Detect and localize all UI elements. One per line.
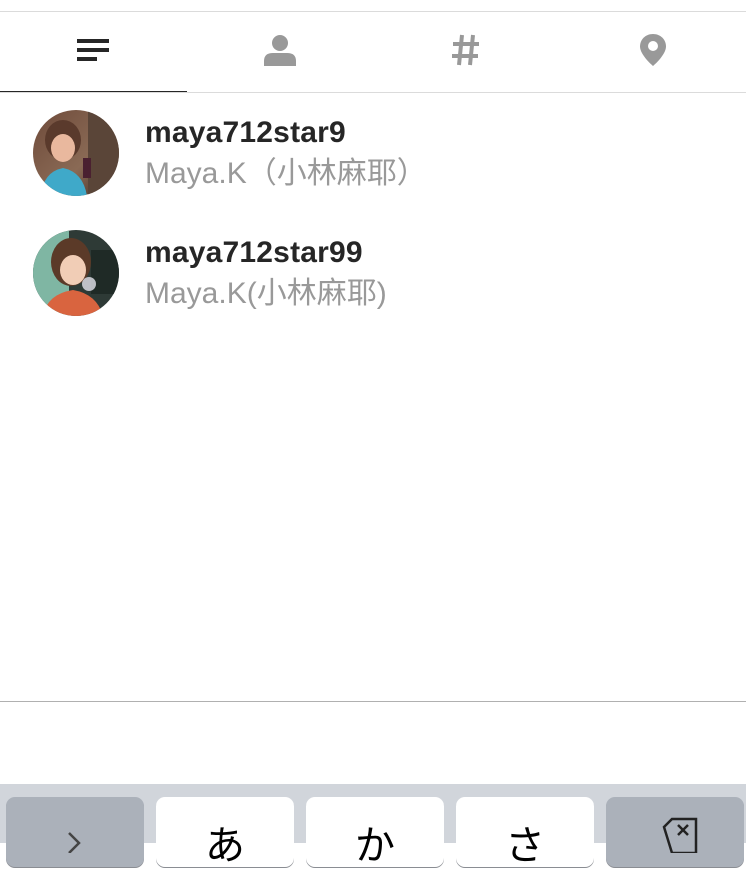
kana-key-sa[interactable]: さ: [456, 797, 594, 867]
result-text: maya712star99 Maya.K(小林麻耶): [145, 234, 387, 314]
search-result-row[interactable]: maya712star9 Maya.K（小林麻耶）: [0, 93, 746, 213]
location-pin-icon: [639, 33, 667, 72]
search-result-row[interactable]: maya712star99 Maya.K(小林麻耶): [0, 213, 746, 333]
avatar: [33, 230, 119, 316]
hashtag-icon: [452, 34, 480, 71]
tab-top[interactable]: [0, 12, 187, 92]
kana-key-ka[interactable]: か: [306, 797, 444, 867]
input-area-border: [0, 701, 746, 702]
tab-tags[interactable]: [373, 12, 560, 92]
search-tab-bar: [0, 12, 746, 92]
result-text: maya712star9 Maya.K（小林麻耶）: [145, 114, 427, 194]
result-username: maya712star99: [145, 234, 387, 272]
result-full-name: Maya.K（小林麻耶）: [145, 154, 427, 194]
kana-key-a[interactable]: あ: [156, 797, 294, 867]
japanese-keyboard: あ か さ: [0, 784, 746, 843]
person-icon: [263, 33, 297, 72]
arrow-right-icon: [65, 813, 85, 863]
result-full-name: Maya.K(小林麻耶): [145, 274, 387, 314]
delete-key[interactable]: [606, 797, 744, 867]
search-results-list: maya712star9 Maya.K（小林麻耶） maya712star99 …: [0, 93, 746, 333]
result-username: maya712star9: [145, 114, 427, 152]
next-key[interactable]: [6, 797, 144, 867]
avatar: [33, 110, 119, 196]
delete-icon: [650, 813, 700, 863]
tab-places[interactable]: [560, 12, 746, 92]
tab-people[interactable]: [187, 12, 374, 92]
list-icon: [76, 37, 110, 68]
